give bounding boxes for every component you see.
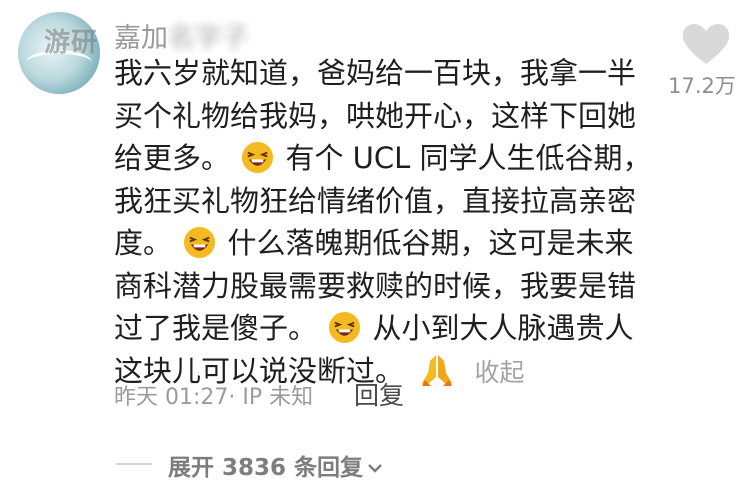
comment-line: 过了我是傻子。 从小到大人脉遇贵人	[114, 311, 634, 345]
comment-line: 度。 什么落魄期低谷期，这可是未来	[114, 226, 634, 260]
praying-hands-emoji	[422, 354, 453, 386]
expand-divider	[116, 463, 152, 465]
collapse-button[interactable]: 收起	[474, 358, 524, 387]
like-count: 17.2万	[668, 74, 736, 98]
laughing-face-emoji	[184, 226, 216, 259]
expand-replies-label: 展开 3836 条回复	[168, 455, 364, 481]
comment-line: 商科潜力股最需要救赎的时候，我要是错	[114, 268, 637, 303]
heart-icon	[682, 24, 730, 64]
ip-location: · IP 未知	[228, 385, 314, 410]
chevron-down-icon	[368, 464, 382, 473]
comment-line: 买个礼物给我妈，哄她开心，这样下回她	[114, 98, 637, 133]
username-text: 嘉加	[114, 23, 168, 54]
reply-button[interactable]: 回复	[354, 376, 404, 412]
comment-line: 我狂买礼物狂给情绪价值，直接拉高亲密	[114, 183, 637, 218]
username[interactable]: 嘉加名字子	[114, 16, 249, 55]
comment-line: 给更多。 有个 UCL 同学人生低谷期，	[114, 141, 652, 175]
comment-line: 我六岁就知道，爸妈给一百块，我拿一半	[114, 56, 637, 90]
watermark-logo: 游研	[44, 28, 99, 58]
like-button[interactable]	[680, 22, 732, 66]
comment-meta: 昨天 01:27· IP 未知	[114, 379, 313, 411]
username-obscured: 名字子	[168, 23, 249, 54]
comment-time: 昨天 01:27	[114, 385, 229, 410]
laughing-face-emoji	[329, 311, 361, 344]
comment-text: 我六岁就知道，爸妈给一百块，我拿一半 买个礼物给我妈，哄她开心，这样下回她 给更…	[114, 52, 652, 392]
laughing-face-emoji	[242, 141, 274, 174]
expand-replies-button[interactable]: 展开 3836 条回复	[168, 448, 383, 482]
